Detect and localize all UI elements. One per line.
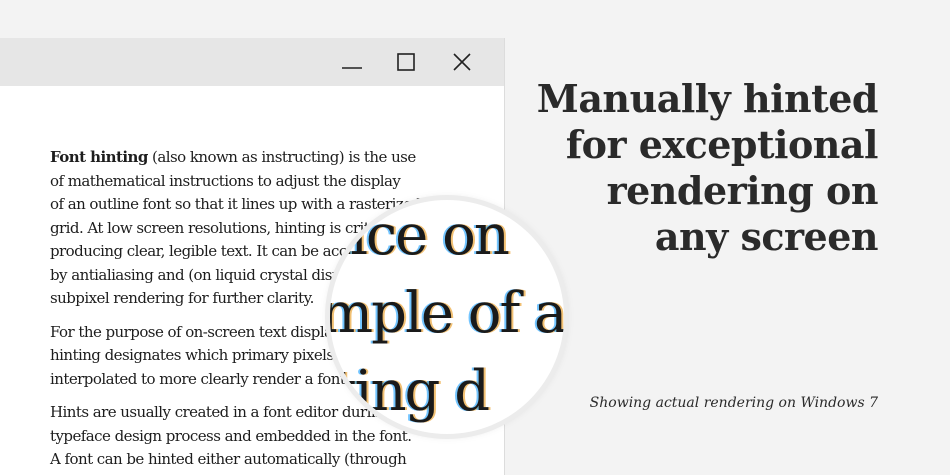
magnified-text-line: lice on bbox=[334, 203, 510, 268]
minimize-icon[interactable] bbox=[340, 50, 364, 74]
text-line: of mathematical instructions to adjust t… bbox=[50, 171, 401, 190]
term-bold: Font hinting bbox=[50, 148, 148, 166]
headline-line: for exceptional bbox=[565, 122, 879, 167]
page: { "window": { "buttons": { "minimize_ico… bbox=[0, 0, 950, 475]
headline-line: any screen bbox=[654, 214, 879, 259]
magnified-text-line: mple of a bbox=[330, 281, 564, 346]
window-titlebar bbox=[0, 38, 504, 86]
headline: Manually hinted for exceptional renderin… bbox=[518, 76, 879, 260]
text-line: A font can be hinted either automaticall… bbox=[50, 450, 407, 468]
headline-line: Manually hinted bbox=[536, 76, 879, 121]
text-run: (also known as instructing) is the use bbox=[147, 148, 416, 166]
text-line: Font hinting (also known as instructing)… bbox=[50, 146, 490, 170]
maximize-icon[interactable] bbox=[394, 50, 418, 74]
caption: Showing actual rendering on Windows 7 bbox=[589, 395, 878, 411]
headline-line: rendering on bbox=[606, 168, 879, 213]
magnified-text-line: nting d bbox=[330, 359, 490, 424]
close-icon[interactable] bbox=[450, 50, 474, 74]
